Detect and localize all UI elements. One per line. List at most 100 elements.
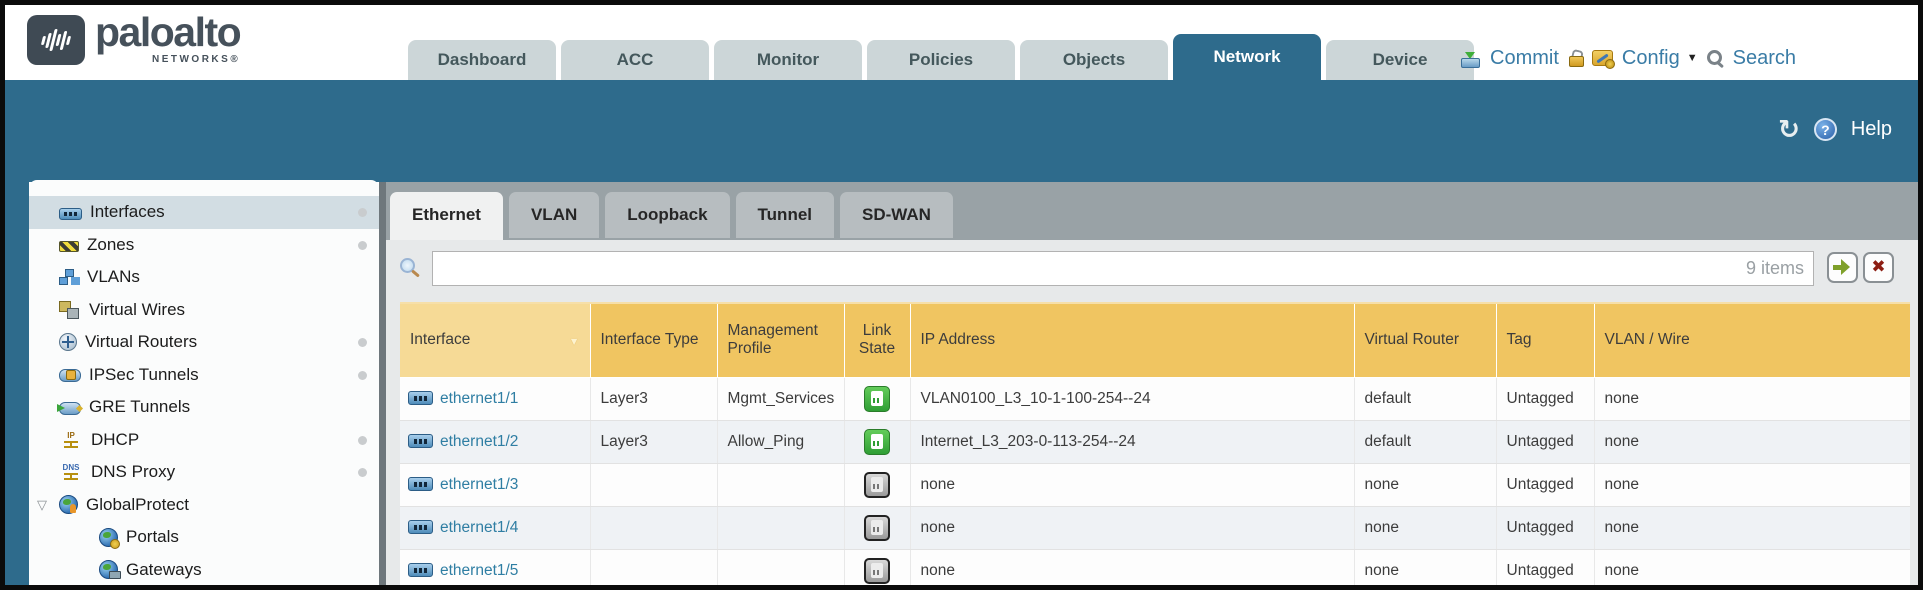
sidebar-item-virtual-routers[interactable]: Virtual Routers [29,326,379,359]
link-state-down-icon [864,515,890,541]
interface-link[interactable]: ethernet1/5 [440,562,518,579]
cell-link-state [844,377,910,420]
sidebar-item-interfaces[interactable]: Interfaces [29,196,379,229]
column-header-ip-address[interactable]: IP Address [910,303,1354,377]
table-header-row: Interface▼Interface TypeManagement Profi… [400,303,1910,377]
search-button[interactable]: Search [1733,47,1796,70]
sidebar-item-label: Virtual Wires [89,300,185,320]
sidebar-item-gre-tunnels[interactable]: GRE Tunnels [29,391,379,424]
brand-subtitle: NETWORKS® [95,54,240,65]
cell-tag: Untagged [1496,463,1594,506]
portals-icon [99,528,118,547]
main-panel: 9 items ✖ Interface▼Interface TypeManage… [386,240,1918,585]
cell-interface: ethernet1/3 [400,463,590,506]
cell-vlan-wire: none [1594,549,1910,585]
sidebar-item-portals[interactable]: Portals [29,521,379,554]
cell-interface: ethernet1/4 [400,506,590,549]
cell-interface-type [590,506,717,549]
cell-management-profile: Allow_Ping [717,420,844,463]
cell-virtual-router: default [1354,377,1496,420]
icon-bar [64,473,78,480]
nav-tab-objects[interactable]: Objects [1020,40,1168,80]
cell-virtual-router: none [1354,506,1496,549]
cell-ip-address: VLAN0100_L3_10-1-100-254--24 [910,377,1354,420]
sidebar-item-dns-proxy[interactable]: DNSDNS Proxy [29,456,379,489]
cell-virtual-router: none [1354,549,1496,585]
cell-interface-type: Layer3 [590,420,717,463]
column-header-interface[interactable]: Interface▼ [400,303,590,377]
ethernet-port-icon [408,520,433,534]
sidebar-item-label: Zones [87,235,134,255]
ethernet-port-icon [408,563,433,577]
column-header-vlan-wire[interactable]: VLAN / Wire [1594,303,1910,377]
sidebar-item-ipsec-tunnels[interactable]: IPSec Tunnels [29,359,379,392]
filter-magnifier-icon [400,258,415,273]
cell-vlan-wire: none [1594,377,1910,420]
subtab-tunnel[interactable]: Tunnel [736,192,834,238]
refresh-icon[interactable]: ↻ [1778,116,1800,142]
sidebar-splitter[interactable] [379,182,386,585]
subtab-vlan[interactable]: VLAN [509,192,599,238]
cell-virtual-router: none [1354,463,1496,506]
help-icon[interactable]: ? [1814,118,1837,141]
gateways-icon [99,560,118,579]
paloalto-logo: paloalto NETWORKS® [27,11,240,65]
sidebar-item-label: DNS Proxy [91,462,175,482]
cell-link-state [844,463,910,506]
table-row: ethernet1/2Layer3Allow_PingInternet_L3_2… [400,420,1910,463]
lock-icon[interactable] [1568,50,1583,67]
help-label[interactable]: Help [1851,118,1892,141]
table-row: ethernet1/3nonenoneUntaggednone [400,463,1910,506]
table-row: ethernet1/4nonenoneUntaggednone [400,506,1910,549]
interfaces-icon [59,208,82,220]
table-row: ethernet1/5nonenoneUntaggednone [400,549,1910,585]
sidebar-item-dhcp[interactable]: IPDHCP [29,424,379,457]
subtab-ethernet[interactable]: Ethernet [390,192,503,244]
nav-tab-network[interactable]: Network [1173,34,1321,80]
sidebar-item-gateways[interactable]: Gateways [29,554,379,586]
cell-interface-type [590,549,717,585]
item-dot [358,208,367,217]
subtab-sd-wan[interactable]: SD-WAN [840,192,953,238]
apply-filter-button[interactable] [1827,252,1858,283]
paloalto-logo-icon [27,15,85,65]
clear-filter-button[interactable]: ✖ [1863,252,1894,283]
cell-tag: Untagged [1496,549,1594,585]
sidebar-item-label: VLANs [87,267,140,287]
interface-link[interactable]: ethernet1/1 [440,390,518,407]
interface-link[interactable]: ethernet1/4 [440,519,518,536]
interfaces-table: Interface▼Interface TypeManagement Profi… [400,302,1910,585]
item-dot [358,436,367,445]
nav-tab-dashboard[interactable]: Dashboard [408,40,556,80]
cell-link-state [844,420,910,463]
column-header-interface-type[interactable]: Interface Type [590,303,717,377]
nav-tab-monitor[interactable]: Monitor [714,40,862,80]
interface-link[interactable]: ethernet1/3 [440,476,518,493]
sidebar-item-zones[interactable]: Zones [29,229,379,262]
sidebar-item-label: GRE Tunnels [89,397,190,417]
config-caret-icon[interactable]: ▼ [1687,52,1698,64]
item-dot [358,468,367,477]
commit-button[interactable]: Commit [1490,47,1559,70]
column-header-virtual-router[interactable]: Virtual Router [1354,303,1496,377]
cell-interface-type: Layer3 [590,377,717,420]
expander-icon[interactable]: ▽ [37,497,59,513]
globalprotect-icon [59,495,78,514]
cell-tag: Untagged [1496,420,1594,463]
column-header-management-profile[interactable]: Management Profile [717,303,844,377]
cell-management-profile [717,506,844,549]
sort-caret-icon[interactable]: ▼ [569,336,580,348]
nav-tab-policies[interactable]: Policies [867,40,1015,80]
item-dot [358,338,367,347]
nav-tab-acc[interactable]: ACC [561,40,709,80]
interface-link[interactable]: ethernet1/2 [440,433,518,450]
sidebar-item-virtual-wires[interactable]: Virtual Wires [29,294,379,327]
sidebar-item-globalprotect[interactable]: ▽GlobalProtect [29,489,379,522]
column-header-tag[interactable]: Tag [1496,303,1594,377]
nav-tab-device[interactable]: Device [1326,40,1474,80]
subtab-loopback[interactable]: Loopback [605,192,729,238]
filter-input[interactable] [432,251,1814,286]
column-header-link-state[interactable]: Link State [844,303,910,377]
config-button[interactable]: Config [1622,47,1680,70]
sidebar-item-vlans[interactable]: VLANs [29,261,379,294]
